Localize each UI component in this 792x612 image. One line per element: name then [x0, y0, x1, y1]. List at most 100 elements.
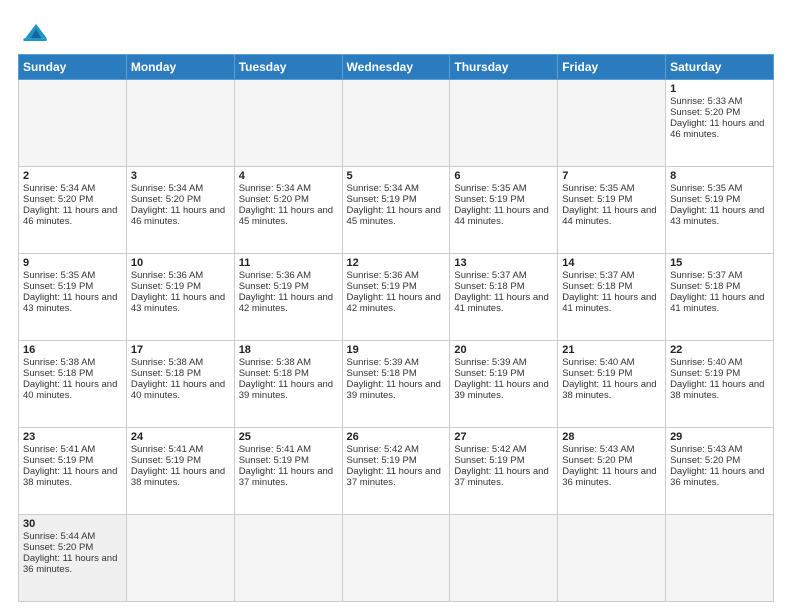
daylight-text: Daylight: 11 hours and 45 minutes. — [347, 205, 446, 227]
sunrise-text: Sunrise: 5:37 AM — [670, 270, 769, 281]
calendar-cell — [234, 80, 342, 167]
sunrise-text: Sunrise: 5:38 AM — [23, 357, 122, 368]
calendar-cell: 4Sunrise: 5:34 AMSunset: 5:20 PMDaylight… — [234, 167, 342, 254]
day-number: 11 — [239, 257, 338, 269]
sunset-text: Sunset: 5:19 PM — [670, 194, 769, 205]
sunset-text: Sunset: 5:20 PM — [562, 455, 661, 466]
day-number: 23 — [23, 431, 122, 443]
daylight-text: Daylight: 11 hours and 41 minutes. — [562, 292, 661, 314]
sunrise-text: Sunrise: 5:40 AM — [670, 357, 769, 368]
sunrise-text: Sunrise: 5:36 AM — [239, 270, 338, 281]
sunrise-text: Sunrise: 5:41 AM — [23, 444, 122, 455]
day-number: 14 — [562, 257, 661, 269]
calendar-cell: 3Sunrise: 5:34 AMSunset: 5:20 PMDaylight… — [126, 167, 234, 254]
daylight-text: Daylight: 11 hours and 36 minutes. — [23, 553, 122, 575]
daylight-text: Daylight: 11 hours and 39 minutes. — [239, 379, 338, 401]
day-number: 8 — [670, 170, 769, 182]
sunrise-text: Sunrise: 5:34 AM — [23, 183, 122, 194]
calendar-cell — [126, 80, 234, 167]
sunrise-text: Sunrise: 5:38 AM — [239, 357, 338, 368]
calendar-cell: 14Sunrise: 5:37 AMSunset: 5:18 PMDayligh… — [558, 254, 666, 341]
calendar-cell: 17Sunrise: 5:38 AMSunset: 5:18 PMDayligh… — [126, 341, 234, 428]
sunset-text: Sunset: 5:20 PM — [23, 194, 122, 205]
day-number: 15 — [670, 257, 769, 269]
sunrise-text: Sunrise: 5:35 AM — [562, 183, 661, 194]
sunset-text: Sunset: 5:19 PM — [131, 281, 230, 292]
daylight-text: Daylight: 11 hours and 39 minutes. — [454, 379, 553, 401]
daylight-text: Daylight: 11 hours and 36 minutes. — [670, 466, 769, 488]
sunset-text: Sunset: 5:20 PM — [670, 107, 769, 118]
day-number: 28 — [562, 431, 661, 443]
daylight-text: Daylight: 11 hours and 41 minutes. — [454, 292, 553, 314]
calendar-cell — [19, 80, 127, 167]
daylight-text: Daylight: 11 hours and 37 minutes. — [347, 466, 446, 488]
sunset-text: Sunset: 5:20 PM — [670, 455, 769, 466]
day-number: 3 — [131, 170, 230, 182]
day-number: 26 — [347, 431, 446, 443]
calendar-header-row: SundayMondayTuesdayWednesdayThursdayFrid… — [19, 55, 774, 80]
calendar-week-1: 1Sunrise: 5:33 AMSunset: 5:20 PMDaylight… — [19, 80, 774, 167]
daylight-text: Daylight: 11 hours and 39 minutes. — [347, 379, 446, 401]
sunrise-text: Sunrise: 5:38 AM — [131, 357, 230, 368]
sunset-text: Sunset: 5:19 PM — [347, 455, 446, 466]
calendar-cell: 6Sunrise: 5:35 AMSunset: 5:19 PMDaylight… — [450, 167, 558, 254]
calendar-cell: 20Sunrise: 5:39 AMSunset: 5:19 PMDayligh… — [450, 341, 558, 428]
day-number: 7 — [562, 170, 661, 182]
calendar-cell: 23Sunrise: 5:41 AMSunset: 5:19 PMDayligh… — [19, 428, 127, 515]
sunrise-text: Sunrise: 5:33 AM — [670, 96, 769, 107]
calendar-cell: 26Sunrise: 5:42 AMSunset: 5:19 PMDayligh… — [342, 428, 450, 515]
calendar-cell — [126, 515, 234, 602]
day-number: 5 — [347, 170, 446, 182]
calendar-cell: 22Sunrise: 5:40 AMSunset: 5:19 PMDayligh… — [666, 341, 774, 428]
sunrise-text: Sunrise: 5:43 AM — [670, 444, 769, 455]
sunrise-text: Sunrise: 5:37 AM — [562, 270, 661, 281]
calendar-week-5: 23Sunrise: 5:41 AMSunset: 5:19 PMDayligh… — [19, 428, 774, 515]
sunset-text: Sunset: 5:19 PM — [131, 455, 230, 466]
calendar-cell: 24Sunrise: 5:41 AMSunset: 5:19 PMDayligh… — [126, 428, 234, 515]
daylight-text: Daylight: 11 hours and 42 minutes. — [347, 292, 446, 314]
calendar-cell — [558, 80, 666, 167]
calendar-cell: 10Sunrise: 5:36 AMSunset: 5:19 PMDayligh… — [126, 254, 234, 341]
day-number: 17 — [131, 344, 230, 356]
sunset-text: Sunset: 5:20 PM — [131, 194, 230, 205]
daylight-text: Daylight: 11 hours and 36 minutes. — [562, 466, 661, 488]
day-number: 20 — [454, 344, 553, 356]
calendar-cell — [558, 515, 666, 602]
daylight-text: Daylight: 11 hours and 38 minutes. — [562, 379, 661, 401]
daylight-text: Daylight: 11 hours and 46 minutes. — [23, 205, 122, 227]
daylight-text: Daylight: 11 hours and 43 minutes. — [670, 205, 769, 227]
day-number: 25 — [239, 431, 338, 443]
calendar-cell: 28Sunrise: 5:43 AMSunset: 5:20 PMDayligh… — [558, 428, 666, 515]
day-number: 4 — [239, 170, 338, 182]
calendar-cell: 9Sunrise: 5:35 AMSunset: 5:19 PMDaylight… — [19, 254, 127, 341]
col-header-monday: Monday — [126, 55, 234, 80]
sunset-text: Sunset: 5:18 PM — [23, 368, 122, 379]
sunset-text: Sunset: 5:19 PM — [562, 368, 661, 379]
calendar-week-2: 2Sunrise: 5:34 AMSunset: 5:20 PMDaylight… — [19, 167, 774, 254]
daylight-text: Daylight: 11 hours and 44 minutes. — [562, 205, 661, 227]
calendar-cell: 12Sunrise: 5:36 AMSunset: 5:19 PMDayligh… — [342, 254, 450, 341]
sunrise-text: Sunrise: 5:41 AM — [131, 444, 230, 455]
daylight-text: Daylight: 11 hours and 46 minutes. — [131, 205, 230, 227]
day-number: 16 — [23, 344, 122, 356]
header — [18, 18, 774, 46]
calendar-cell — [342, 80, 450, 167]
daylight-text: Daylight: 11 hours and 43 minutes. — [131, 292, 230, 314]
sunset-text: Sunset: 5:19 PM — [454, 368, 553, 379]
sunrise-text: Sunrise: 5:42 AM — [454, 444, 553, 455]
day-number: 21 — [562, 344, 661, 356]
calendar-cell: 1Sunrise: 5:33 AMSunset: 5:20 PMDaylight… — [666, 80, 774, 167]
day-number: 10 — [131, 257, 230, 269]
col-header-friday: Friday — [558, 55, 666, 80]
day-number: 2 — [23, 170, 122, 182]
sunset-text: Sunset: 5:20 PM — [239, 194, 338, 205]
calendar-cell: 19Sunrise: 5:39 AMSunset: 5:18 PMDayligh… — [342, 341, 450, 428]
sunrise-text: Sunrise: 5:35 AM — [670, 183, 769, 194]
calendar-cell: 13Sunrise: 5:37 AMSunset: 5:18 PMDayligh… — [450, 254, 558, 341]
day-number: 27 — [454, 431, 553, 443]
sunset-text: Sunset: 5:18 PM — [347, 368, 446, 379]
sunset-text: Sunset: 5:20 PM — [23, 542, 122, 553]
logo — [18, 18, 58, 46]
daylight-text: Daylight: 11 hours and 45 minutes. — [239, 205, 338, 227]
sunset-text: Sunset: 5:19 PM — [562, 194, 661, 205]
